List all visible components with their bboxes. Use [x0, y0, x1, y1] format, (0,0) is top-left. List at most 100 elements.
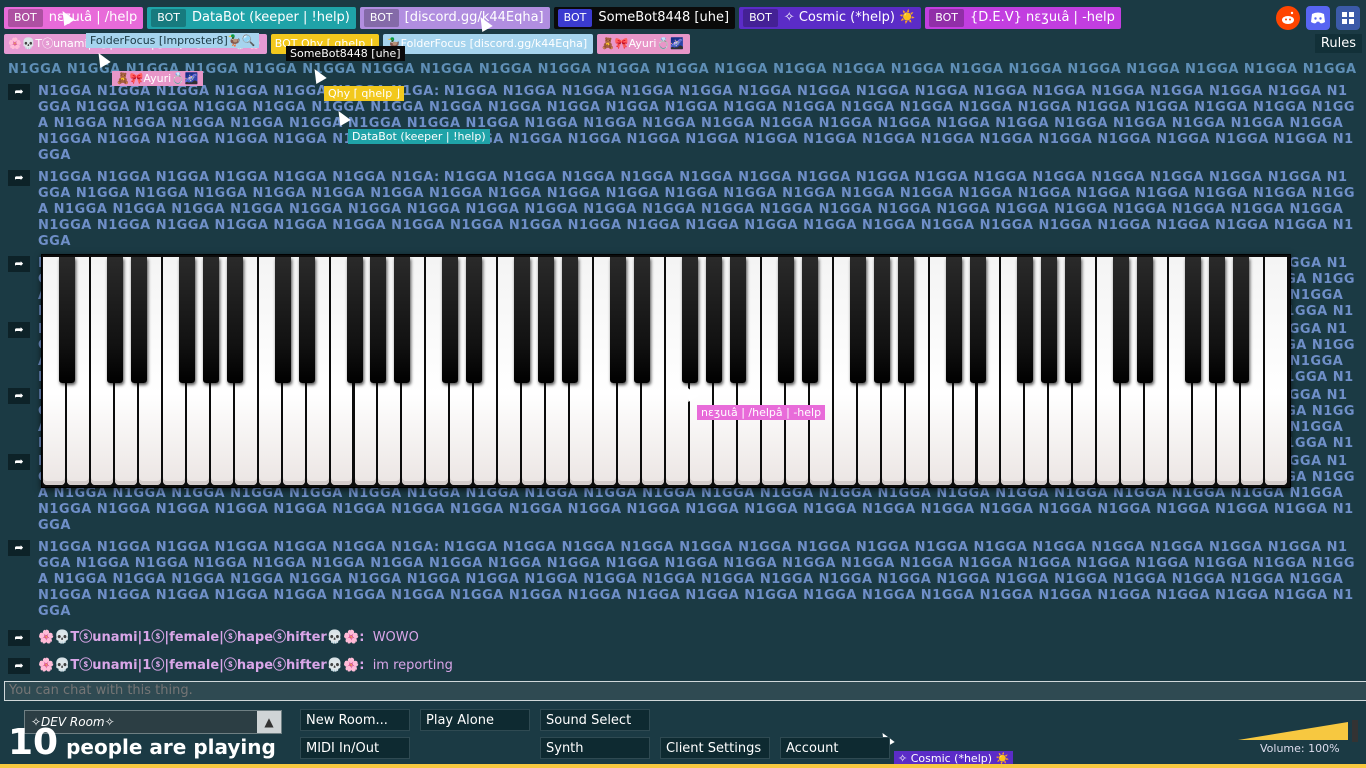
bot-badge: BOT [151, 9, 186, 27]
piano-black-key[interactable] [1137, 257, 1154, 383]
piano-black-key[interactable] [873, 257, 890, 383]
bot-badge: BOT [743, 9, 778, 27]
piano-black-key[interactable] [1209, 257, 1226, 383]
top-icons [1276, 6, 1360, 30]
rules-button[interactable]: Rules [1314, 34, 1362, 53]
piano-black-key[interactable] [466, 257, 483, 383]
piano-black-key[interactable] [394, 257, 411, 383]
chat-message: ➦ N1GGA N1GGA N1GGA N1GGA N1GGA N1GGA N1… [8, 84, 1358, 164]
reply-arrow-icon[interactable]: ➦ [8, 454, 30, 470]
piano-black-key[interactable] [969, 257, 986, 383]
volume-knob[interactable] [1352, 720, 1358, 742]
sound-select-button[interactable]: Sound Select [540, 709, 650, 731]
piano-black-key[interactable] [58, 257, 75, 383]
volume-fill [1238, 722, 1348, 740]
piano-black-key[interactable] [610, 257, 627, 383]
cursor-label: FolderFocus [Improster8]🦆🔍 [86, 33, 260, 48]
reply-arrow-icon[interactable]: ➦ [8, 388, 30, 404]
piano-black-key[interactable] [274, 257, 291, 383]
volume-slider[interactable]: Volume: 100% [1238, 720, 1362, 755]
reply-arrow-icon[interactable]: ➦ [8, 170, 30, 186]
piano-black-key[interactable] [178, 257, 195, 383]
cursor-label: SomeBot8448 [uhe] [286, 46, 405, 61]
reply-arrow-icon[interactable]: ➦ [8, 322, 30, 338]
user-name: ✧ Cosmic (*help) ☀️ [783, 10, 916, 25]
reply-arrow-icon[interactable]: ➦ [8, 630, 30, 646]
chat-author[interactable]: 🌸💀Tⓢunami|1ⓢ|female|ⓢhapeⓢhifter💀🌸: [38, 658, 364, 673]
piano-black-key[interactable] [106, 257, 123, 383]
cursor-label: nεʒuɩâ | /helpâ | -help [697, 405, 826, 420]
piano-black-key[interactable] [346, 257, 363, 383]
new-room-button[interactable]: New Room... [300, 709, 410, 731]
piano-black-key[interactable] [634, 257, 651, 383]
piano-black-key[interactable] [801, 257, 818, 383]
reply-arrow-icon[interactable]: ➦ [8, 540, 30, 556]
volume-bar[interactable] [1238, 720, 1362, 742]
user-tag[interactable]: BOT ✧ Cosmic (*help) ☀️ [739, 7, 922, 29]
piano-black-key[interactable] [1065, 257, 1082, 383]
piano-black-key[interactable] [897, 257, 914, 383]
piano-keyboard[interactable] [41, 254, 1291, 488]
volume-label: Volume: 100% [1260, 742, 1340, 755]
user-name: {D.E.V} nεʒuɩâ | -help [969, 10, 1115, 25]
piano-black-key[interactable] [538, 257, 555, 383]
user-tag[interactable]: BOT [discord.gg/k44Eqha] [359, 7, 550, 29]
cursor-label: 🧸🎀Ayuri💍🌌 [112, 71, 203, 86]
piano-black-key[interactable] [514, 257, 531, 383]
piano-black-key[interactable] [729, 257, 746, 383]
piano-black-key[interactable] [562, 257, 579, 383]
user-tag[interactable]: BOT DataBot (keeper | !help) [147, 7, 356, 29]
reply-arrow-icon[interactable]: ➦ [8, 658, 30, 674]
chat-message: ➦ 🌸💀Tⓢunami|1ⓢ|female|ⓢhapeⓢhifter💀🌸: im… [8, 658, 1358, 674]
piano-black-key[interactable] [130, 257, 147, 383]
piano-black-key[interactable] [681, 257, 698, 383]
chat-message: ➦ N1GGA N1GGA N1GGA N1GGA N1GGA N1GGA N1… [8, 170, 1358, 250]
piano-white-key[interactable] [1265, 257, 1287, 485]
midi-button[interactable]: MIDI In/Out [300, 737, 410, 759]
discord-icon[interactable] [1306, 6, 1330, 30]
user-name: 🧸🎀Ayuri💍🌌 [601, 37, 684, 50]
reply-arrow-icon[interactable]: ➦ [8, 84, 30, 100]
synth-button[interactable]: Synth [540, 737, 650, 759]
piano-black-key[interactable] [202, 257, 219, 383]
player-count-number: 10 [8, 722, 59, 763]
chat-author[interactable]: N1GGA N1GGA N1GGA N1GGA N1GGA N1GGA N1GA… [38, 540, 440, 555]
piano-black-key[interactable] [1041, 257, 1058, 383]
cursor-label: Qhy ⌈ qhelp ⌋ [324, 86, 404, 101]
piano-black-key[interactable] [1017, 257, 1034, 383]
user-tag[interactable]: BOT {D.E.V} nεʒuɩâ | -help [925, 7, 1121, 29]
piano-black-key[interactable] [705, 257, 722, 383]
user-list: BOT nεʒuɩâ | /help BOT DataBot (keeper | !… [4, 6, 1121, 30]
chat-input[interactable] [4, 681, 1366, 701]
piano-black-key[interactable] [1233, 257, 1250, 383]
piano-black-key[interactable] [1185, 257, 1202, 383]
user-name: SomeBot8448 [uhe] [598, 10, 730, 25]
bot-badge: BOT [8, 9, 43, 27]
settings-grid-icon[interactable] [1336, 6, 1360, 30]
piano-black-key[interactable] [945, 257, 962, 383]
piano-black-key[interactable] [849, 257, 866, 383]
chat-message: ➦ N1GGA N1GGA N1GGA N1GGA N1GGA N1GGA N1… [8, 540, 1358, 620]
user-tag[interactable]: 🦆FolderFocus [discord.gg/k44Eqha] [382, 34, 594, 54]
reddit-icon[interactable] [1276, 6, 1300, 30]
player-count: 10 people are playing [8, 722, 276, 763]
piano-black-key[interactable] [298, 257, 315, 383]
user-name: DataBot (keeper | !help) [191, 10, 350, 25]
chat-author[interactable]: N1GGA N1GGA N1GGA N1GGA N1GGA N1GGA N1GA… [38, 170, 440, 185]
client-settings-button[interactable]: Client Settings [660, 737, 770, 759]
piano-black-key[interactable] [1113, 257, 1130, 383]
cursor-label: DataBot (keeper | !help) [348, 129, 490, 144]
piano-black-key[interactable] [442, 257, 459, 383]
user-tag[interactable]: BOT SomeBot8448 [uhe] [553, 7, 736, 29]
bot-badge: BOT [929, 9, 964, 27]
play-alone-button[interactable]: Play Alone [420, 709, 530, 731]
piano-black-key[interactable] [777, 257, 794, 383]
user-name: 🦆FolderFocus [discord.gg/k44Eqha] [386, 37, 588, 50]
player-count-label: people are playing [66, 735, 276, 759]
piano-black-key[interactable] [370, 257, 387, 383]
user-tag[interactable]: 🧸🎀Ayuri💍🌌 [597, 34, 690, 54]
chat-author[interactable]: 🌸💀Tⓢunami|1ⓢ|female|ⓢhapeⓢhifter💀🌸: [38, 630, 364, 645]
account-button[interactable]: Account [780, 737, 890, 759]
reply-arrow-icon[interactable]: ➦ [8, 256, 30, 272]
piano-black-key[interactable] [226, 257, 243, 383]
